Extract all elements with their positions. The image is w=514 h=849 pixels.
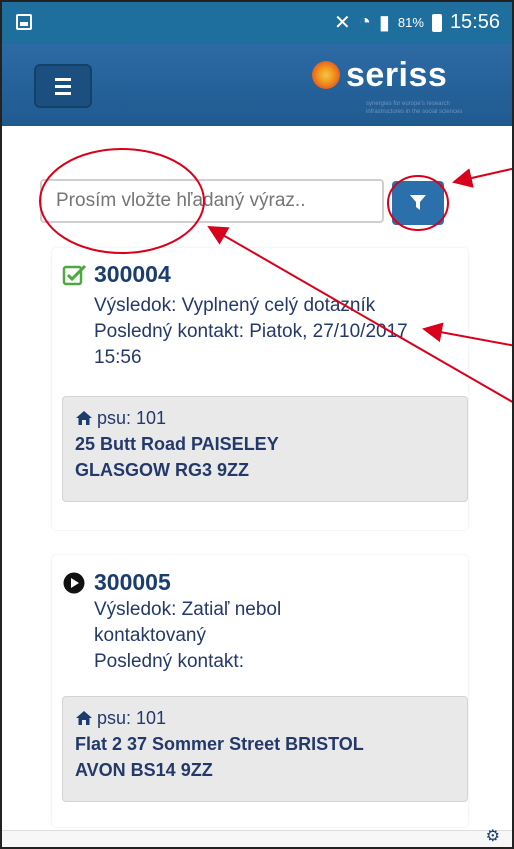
annotation-arrow-filter [452, 167, 512, 188]
screen: ✕ ◔ ▮ 81% 15:56 seriss synergies for eur… [0, 0, 514, 849]
annotation-arrow-search [207, 226, 512, 403]
annotation-overlay [39, 148, 512, 403]
annotation-ellipse-filter [387, 175, 449, 231]
annotation-ellipse-search [39, 148, 205, 254]
annotation-arrow-result [422, 322, 512, 347]
